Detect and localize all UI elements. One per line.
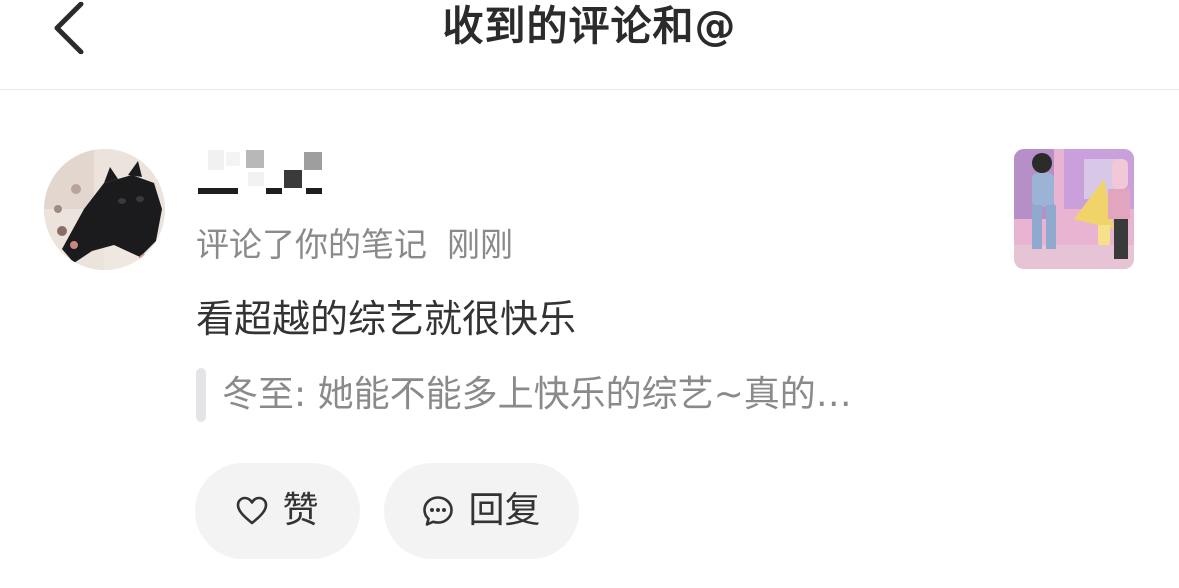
reply-button[interactable]: 回复 xyxy=(384,463,579,559)
note-thumbnail[interactable] xyxy=(1014,149,1134,269)
chat-bubble-icon xyxy=(422,495,454,527)
action-text: 评论了你的笔记 xyxy=(196,225,427,264)
comment-text[interactable]: 看超越的综艺就很快乐 xyxy=(196,294,576,344)
quote-bar xyxy=(196,368,206,422)
top-bar: 收到的评论和@ xyxy=(0,0,1179,90)
notification-meta: 评论了你的笔记 刚刚 xyxy=(196,223,513,267)
like-label: 赞 xyxy=(282,490,319,531)
reply-label: 回复 xyxy=(468,490,541,531)
quote-text: 冬至: 她能不能多上快乐的综艺~真的… xyxy=(222,374,852,415)
timestamp: 刚刚 xyxy=(447,225,513,264)
username-redacted[interactable] xyxy=(196,150,326,194)
heart-outline-icon xyxy=(236,496,268,526)
avatar[interactable] xyxy=(44,149,165,270)
page-title: 收到的评论和@ xyxy=(442,2,737,50)
comments-notification-page: 收到的评论和@ 评论了你的笔记 刚刚 看超越的综艺就很快乐 冬至: 她能不能多上… xyxy=(0,0,1179,588)
like-button[interactable]: 赞 xyxy=(195,463,360,559)
quoted-comment[interactable]: 冬至: 她能不能多上快乐的综艺~真的… xyxy=(196,368,852,422)
